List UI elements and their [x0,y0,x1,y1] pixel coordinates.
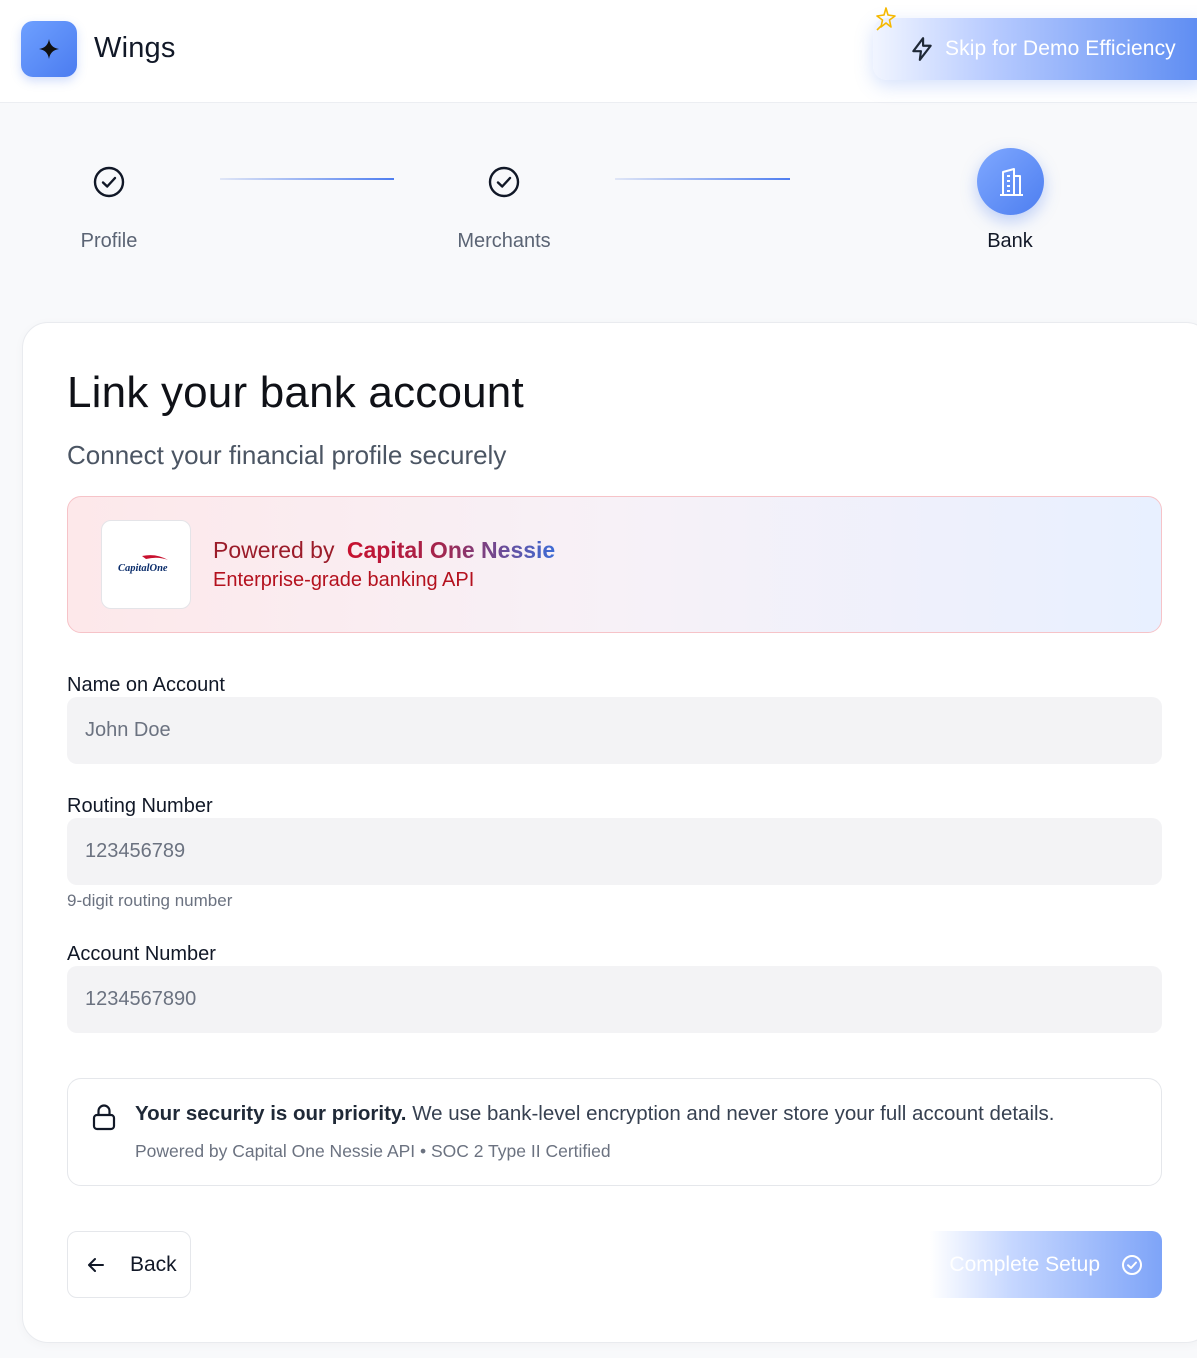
arrow-left-icon [88,1257,104,1272]
routing-number-label: Routing Number [67,795,213,817]
step-connector [615,178,790,180]
step-bank-indicator [977,148,1044,215]
account-number-input[interactable] [67,966,1162,1033]
name-on-account-label: Name on Account [67,674,225,696]
step-connector [220,178,394,180]
top-bar: Wings Skip for Demo Efficiency [0,0,1197,103]
back-button[interactable]: Back [67,1231,191,1298]
app-logo[interactable] [21,21,77,77]
complete-setup-button[interactable]: Complete Setup [930,1231,1162,1298]
provider-powered-line: Powered by Capital One Nessie [213,537,555,564]
page-title: Link your bank account [67,368,524,417]
building-icon [999,167,1023,196]
lock-icon [92,1104,116,1131]
capital-one-wordmark: CapitalOne [118,563,168,574]
security-body: We use bank-level encryption and never s… [406,1102,1055,1125]
security-headline: Your security is our priority. [135,1102,407,1125]
security-notice [67,1078,1162,1186]
capital-one-logo: CapitalOne [101,520,191,609]
step-bank-label: Bank [987,230,1033,252]
sparkle-star-icon [39,39,59,59]
skip-demo-label: Skip for Demo Efficiency [945,37,1176,60]
account-number-label: Account Number [67,943,216,965]
step-profile-label: Profile [80,230,138,252]
provider-banner [67,496,1162,633]
check-circle-icon [1122,1254,1142,1275]
routing-number-hint: 9-digit routing number [67,891,233,910]
check-circle-icon [93,166,125,198]
capital-one-swoosh-logo: CapitalOne [118,554,168,574]
complete-setup-label: Complete Setup [949,1252,1100,1276]
page-subtitle: Connect your financial profile securely [67,440,507,470]
provider-tagline: Enterprise-grade banking API [213,569,475,591]
check-circle-icon [488,166,520,198]
powered-by-prefix: Powered by [213,537,335,563]
app-name: Wings [94,32,176,64]
lightning-bolt-icon [912,37,932,61]
back-button-label: Back [130,1252,177,1276]
step-merchants-label: Merchants [457,230,551,252]
sparkle-icon [876,7,896,31]
provider-brand-name: Capital One Nessie [346,537,556,563]
security-message: Your security is our priority. We use ba… [135,1102,1055,1126]
name-on-account-input[interactable] [67,697,1162,764]
skip-demo-button[interactable]: Skip for Demo Efficiency [873,18,1197,80]
security-footnote: Powered by Capital One Nessie API • SOC … [135,1141,611,1161]
routing-number-input[interactable] [67,818,1162,885]
